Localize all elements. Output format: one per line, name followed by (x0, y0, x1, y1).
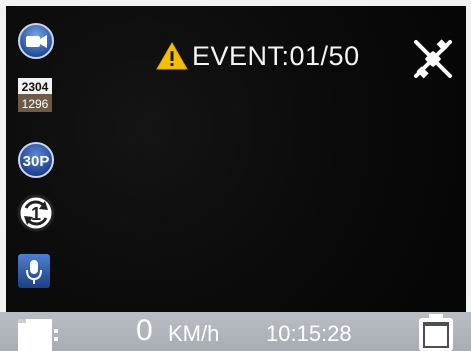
left-status-rail: 2304 1296 30P 1 (6, 6, 66, 312)
loop-length-label: 1 (31, 204, 41, 224)
warning-icon (156, 42, 188, 70)
framerate-label: 30P (23, 153, 50, 170)
resolution-height: 1296 (22, 97, 49, 111)
dashcam-screen: 2304 1296 30P 1 EVENT:01/50 0 KM/h 10:15… (0, 0, 471, 351)
resolution-badge: 2304 1296 (18, 78, 52, 112)
sd-card-icon (18, 319, 58, 351)
battery-icon (419, 314, 453, 351)
camera-viewport: 2304 1296 30P 1 EVENT:01/50 (6, 6, 466, 312)
event-count-label: EVENT:01/50 (192, 40, 360, 71)
speed-unit: KM/h (168, 321, 220, 346)
framerate-badge: 30P (18, 142, 54, 178)
event-counter: EVENT:01/50 (156, 36, 360, 76)
microphone-icon (18, 254, 50, 288)
resolution-width: 2304 (22, 80, 49, 94)
gps-satellite-off-icon (414, 39, 452, 79)
speed-value: 0 (136, 314, 153, 347)
bottom-status-bar: 0 KM/h 10:15:28 (0, 312, 471, 351)
clock-time: 10:15:28 (266, 321, 352, 346)
loop-recording-icon: 1 (17, 194, 55, 232)
video-camera-icon (18, 23, 54, 59)
